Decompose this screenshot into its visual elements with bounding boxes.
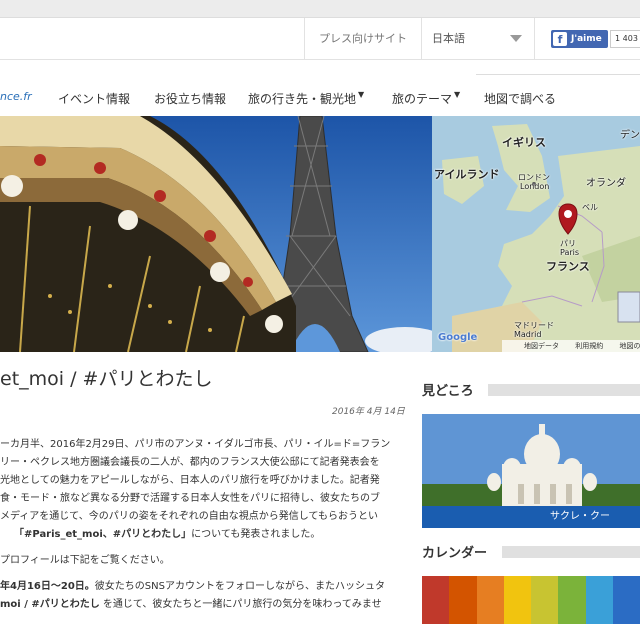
chevron-down-icon [510,35,522,42]
map-label-france: フランス [546,260,590,273]
map-attribution-bar: 地図データ 利用規約 地図の [502,340,640,352]
map-label-london-en: London [520,182,550,191]
nav-item-label: イベント情報 [58,92,131,106]
hashtag-text: 「#Paris_et_moi、#パリとわたし」 [14,529,192,540]
article-title: et_moi / #パリとわたし [0,368,213,390]
location-map[interactable]: イギリス アイルランド ロンドン London オランダ ベル パリ Paris… [432,116,640,352]
spots-heading-bar [488,384,640,396]
site-logo[interactable]: nce.fr [0,90,32,103]
language-select[interactable]: 日本語 [420,18,535,60]
dates-bold: 年4月16日〜20日。 [0,581,95,592]
nav-item-themes[interactable]: 旅のテーマ ▼ [392,90,460,107]
hashtag-rest: についても発表されました。 [191,529,321,540]
nav-item-label: 旅の行き先・観光地 [248,92,357,106]
nav-item-destinations[interactable]: 旅の行き先・観光地 ▼ [248,90,364,107]
browser-top-strip [0,0,640,18]
map-label-belgium: ベル [582,203,598,212]
spot-caption: サクレ・クー [422,506,640,528]
map-label-uk: イギリス [502,136,546,149]
article-paragraph-line: 年4月16日〜20日。彼女たちのSNSアカウントをフォローしながら、またハッシュ… [0,578,404,596]
calendar-heading-bar [502,546,640,558]
calendar-color-block [585,576,613,624]
article-paragraph-line: 光地としての魅力をアピールしながら、日本人のパリ旅行を呼びかけました。記者発 [0,475,380,486]
calendar-color-block [449,576,477,624]
article-date: 2016年 4月 14日 [332,407,405,417]
article-paragraph-line: 食・モード・旅など異なる分野で活躍する日本人女性をパリに招待し、彼女たちのブ [0,493,380,504]
profile-line: プロフィールは下記をご覧ください。 [0,555,170,566]
nav-item-events[interactable]: イベント情報 [58,90,130,107]
main-navigation: nce.fr イベント情報 お役立ち情報 旅の行き先・観光地 ▼ 旅のテーマ ▼ 地… [0,60,640,116]
hero-section: イギリス アイルランド ロンドン London オランダ ベル パリ Paris… [0,116,640,352]
calendar-banner[interactable] [422,576,640,624]
facebook-like-count: 1 403 8 [610,30,640,48]
spot-card-sacre-coeur[interactable]: サクレ・クー [422,414,640,528]
calendar-color-block [612,576,640,624]
nav-item-label: 地図で調べる [484,92,557,106]
nav-item-map-search[interactable]: 地図で調べる [484,90,556,107]
nav-divider [476,74,640,75]
caret-down-icon: ▼ [358,90,365,99]
calendar-color-block [503,576,531,624]
map-label-denmark: デン [620,130,640,141]
dates-rest: 彼女たちのSNSアカウントをフォローしながら、またハッシュタ [94,581,385,592]
caret-down-icon: ▼ [454,90,461,99]
article-body: ーカ月半、2016年2月29日、パリ市のアンヌ・イダルゴ市長、パリ・イル=ド=フ… [0,436,404,614]
article-paragraph-line: メディアを通じて、今のパリの姿をそれぞれの自由な視点から発信してもらおうとい [0,511,378,522]
calendar-color-block [531,576,559,624]
map-label-ireland: アイルランド [434,168,500,181]
google-logo[interactable]: Google [438,332,477,343]
facebook-like-label: J'aime [571,34,602,44]
paris-carousel-eiffel-photo [0,116,432,352]
hashtag-bold: moi / #パリとわたし [0,599,100,610]
press-site-link[interactable]: プレス向けサイト [304,18,422,60]
calendar-color-block [558,576,586,624]
last-rest: を通じて、彼女たちと一緒にパリ旅行の気分を味わってみませ [99,599,382,610]
utility-bar: プレス向けサイト 日本語 f J'aime 1 403 8 [0,18,640,60]
spots-heading: 見どころ [422,384,474,399]
map-extra-link[interactable]: 地図の [619,342,640,350]
language-select-value: 日本語 [432,32,465,45]
map-data-link[interactable]: 地図データ [524,342,559,350]
article-paragraph-line: ーカ月半、2016年2月29日、パリ市のアンヌ・イダルゴ市長、パリ・イル=ド=フ… [0,439,391,450]
article-paragraph-line: リー・ペクレス地方圏議会議長の二人が、都内のフランス大使公邸にて記者発表会を [0,457,380,468]
map-label-netherlands: オランダ [586,178,626,189]
calendar-color-block [422,576,450,624]
article-paragraph-line: moi / #パリとわたし を通じて、彼女たちと一緒にパリ旅行の気分を味わってみ… [0,596,404,614]
nav-item-useful-info[interactable]: お役立ち情報 [154,90,226,107]
nav-item-label: 旅のテーマ [392,92,453,106]
map-label-madrid-en: Madrid [514,330,542,339]
calendar-heading: カレンダー [422,546,488,561]
map-label-paris-en: Paris [560,248,580,257]
map-terms-link[interactable]: 利用規約 [575,342,603,350]
facebook-like-button[interactable]: f J'aime [551,30,608,48]
facebook-icon: f [553,32,567,46]
article-paragraph-line: 「#Paris_et_moi、#パリとわたし」についても発表されました。 [0,526,404,544]
nav-item-label: お役立ち情報 [154,92,227,106]
calendar-color-block [476,576,504,624]
